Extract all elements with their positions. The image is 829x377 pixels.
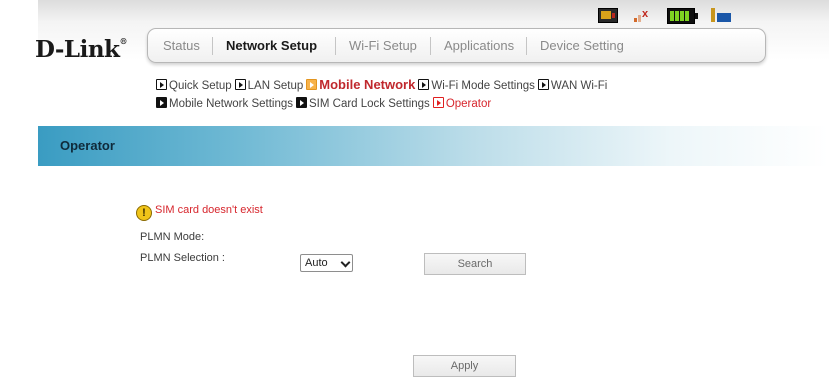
sms-icon xyxy=(598,8,618,23)
subnav-row-1: Quick Setup LAN Setup Mobile Network Wi-Fi … xyxy=(156,77,610,92)
subnav-operator[interactable]: Operator xyxy=(432,97,491,110)
tab-status[interactable]: Status xyxy=(163,29,200,62)
warning-icon: ! xyxy=(136,205,152,221)
subnav-mobile-network-settings[interactable]: Mobile Network Settings xyxy=(156,97,293,110)
subnav-wifi-mode-settings[interactable]: Wi-Fi Mode Settings xyxy=(418,79,535,92)
nav-divider xyxy=(526,37,527,55)
subnav-lan-setup[interactable]: LAN Setup xyxy=(234,79,303,92)
page-title: Operator xyxy=(60,138,115,153)
apply-button[interactable]: Apply xyxy=(413,355,516,377)
battery-icon xyxy=(667,8,698,24)
tab-device-setting[interactable]: Device Setting xyxy=(540,29,624,62)
subnav-wan-wifi[interactable]: WAN Wi-Fi xyxy=(537,79,607,92)
chevron-down-icon xyxy=(340,257,351,268)
subnav-row-2: Mobile Network Settings SIM Card Lock Set… xyxy=(156,97,494,110)
search-button[interactable]: Search xyxy=(424,253,526,275)
nav-divider xyxy=(335,37,336,55)
arrow-right-icon xyxy=(418,79,430,90)
arrow-right-icon xyxy=(156,79,167,90)
dlink-logo: D-Link® xyxy=(35,36,127,63)
plmn-selection-label: PLMN Selection : xyxy=(140,252,225,264)
section-header: Operator xyxy=(38,126,829,166)
arrow-right-icon xyxy=(537,79,549,90)
subnav-quick-setup[interactable]: Quick Setup xyxy=(156,79,232,92)
tab-network-setup[interactable]: Network Setup xyxy=(226,29,317,62)
arrow-right-icon xyxy=(432,97,444,108)
plmn-mode-label: PLMN Mode: xyxy=(140,231,205,243)
subnav-sim-card-lock-settings[interactable]: SIM Card Lock Settings xyxy=(296,97,430,110)
arrow-right-icon xyxy=(306,79,318,90)
tab-wifi-setup[interactable]: Wi-Fi Setup xyxy=(349,29,417,62)
subnav-mobile-network[interactable]: Mobile Network xyxy=(306,77,415,92)
signal-x-icon: x xyxy=(634,8,650,22)
main-nav: Status Network Setup Wi-Fi Setup Applica… xyxy=(147,28,766,63)
network-icon xyxy=(711,8,731,22)
arrow-right-icon xyxy=(156,97,167,108)
arrow-right-icon xyxy=(296,97,307,108)
sim-warning-text: SIM card doesn't exist xyxy=(155,204,263,216)
tab-applications[interactable]: Applications xyxy=(444,29,514,62)
nav-divider xyxy=(212,37,213,55)
nav-divider xyxy=(430,37,431,55)
plmn-selection-select[interactable]: Auto xyxy=(300,254,353,272)
arrow-right-icon xyxy=(234,79,246,90)
